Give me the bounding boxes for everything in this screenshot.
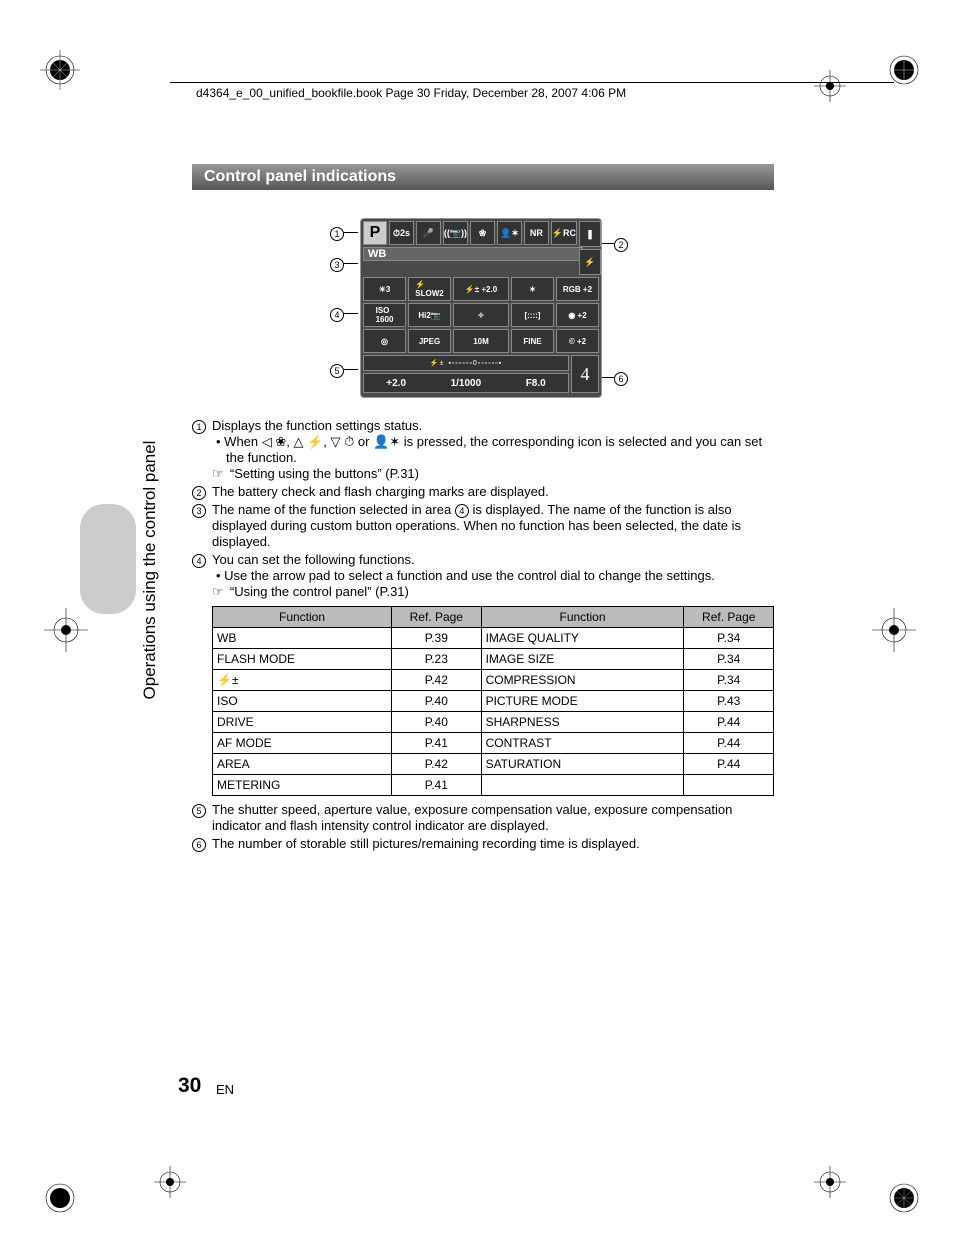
callout-5: 5 xyxy=(330,362,344,378)
shots-remaining: 4 xyxy=(571,355,599,393)
page-number: 30 xyxy=(178,1074,201,1098)
panel-icon: ❀ xyxy=(470,221,495,245)
status-values: +2.0 1/1000 F8.0 xyxy=(363,373,569,393)
page-lang: EN xyxy=(216,1082,234,1097)
table-row: FLASH MODEP.23IMAGE SIZEP.34 xyxy=(213,649,774,670)
panel-icon: 🎤 xyxy=(416,221,441,245)
callout-line xyxy=(344,313,358,314)
th: Function xyxy=(481,607,684,628)
callout-1: 1 xyxy=(330,225,344,241)
list-text: You can set the following functions. xyxy=(212,552,774,568)
list-item: 1 Displays the function settings status.… xyxy=(192,418,774,482)
panel-cell: ⚡ SLOW2 xyxy=(408,277,451,301)
header-rule xyxy=(170,82,894,83)
target-icon xyxy=(36,600,96,660)
crop-mark-icon xyxy=(864,50,924,110)
panel-icon: ((📷)) xyxy=(443,221,468,245)
target-icon xyxy=(150,1162,190,1202)
list-item: 2 The battery check and flash charging m… xyxy=(192,484,774,500)
table-row: AF MODEP.41CONTRASTP.44 xyxy=(213,733,774,754)
list-item: 3 The name of the function selected in a… xyxy=(192,502,774,550)
list-ref: ☞ “Setting using the buttons” (P.31) xyxy=(212,466,774,482)
thumb-tab xyxy=(80,504,136,614)
table-row: METERINGP.41 xyxy=(213,775,774,796)
exposure-indicator: ⚡±▪▫▫▫▫▫▫0▫▫▫▫▫▫▪ xyxy=(363,355,569,371)
panel-icon: 👤✶ xyxy=(497,221,522,245)
panel-cell: © +2 xyxy=(556,329,599,353)
panel-cell: RGB +2 xyxy=(556,277,599,301)
panel-cell: ✧ xyxy=(453,303,509,327)
callout-4: 4 xyxy=(330,306,344,322)
list-item: 5 The shutter speed, aperture value, exp… xyxy=(192,802,774,834)
th: Function xyxy=(213,607,392,628)
side-chapter-label: Operations using the control panel xyxy=(140,310,160,570)
list-text: The battery check and flash charging mar… xyxy=(212,484,774,500)
list-text: The number of storable still pictures/re… xyxy=(212,836,774,852)
panel-icon: ⚡RC xyxy=(551,221,577,245)
flash-charge-icon: ⚡ xyxy=(579,249,601,275)
target-icon xyxy=(864,600,924,660)
panel-cell: ◎ xyxy=(363,329,406,353)
list-sub: • Use the arrow pad to select a function… xyxy=(212,568,774,584)
panel-cell: ◉ +2 xyxy=(556,303,599,327)
th: Ref. Page xyxy=(392,607,482,628)
crop-mark-icon xyxy=(40,50,100,110)
crop-mark-icon xyxy=(40,1158,100,1218)
panel-cell: ☀3 xyxy=(363,277,406,301)
panel-icon: ⏱2s xyxy=(389,221,414,245)
th: Ref. Page xyxy=(684,607,774,628)
callout-line xyxy=(344,369,358,370)
crop-mark-icon xyxy=(864,1158,924,1218)
table-row: DRIVEP.40SHARPNESSP.44 xyxy=(213,712,774,733)
callout-2: 2 xyxy=(614,236,628,252)
table-row: AREAP.42SATURATIONP.44 xyxy=(213,754,774,775)
header-path: d4364_e_00_unified_bookfile.book Page 30… xyxy=(196,86,626,100)
panel-cell: ⚡± +2.0 xyxy=(453,277,509,301)
panel-cell: FINE xyxy=(511,329,554,353)
list-text: Displays the function settings status. xyxy=(212,418,774,434)
target-icon xyxy=(810,66,850,106)
panel-cell: Hi2📷 xyxy=(408,303,451,327)
panel-icon: NR xyxy=(524,221,549,245)
panel-cell: ISO 1600 xyxy=(363,303,406,327)
table-row: ISOP.40PICTURE MODEP.43 xyxy=(213,691,774,712)
function-name-bar: WB xyxy=(363,247,583,261)
list-text: The name of the function selected in are… xyxy=(212,502,774,550)
table-row: WBP.39IMAGE QUALITYP.34 xyxy=(213,628,774,649)
callout-3: 3 xyxy=(330,256,344,272)
panel-cell: [::::] xyxy=(511,303,554,327)
list-ref: ☞ “Using the control panel” (P.31) xyxy=(212,584,774,600)
list-item: 4 You can set the following functions. •… xyxy=(192,552,774,796)
table-row: ⚡±P.42COMPRESSIONP.34 xyxy=(213,670,774,691)
list-item: 6 The number of storable still pictures/… xyxy=(192,836,774,852)
battery-icon: ❚ xyxy=(579,221,601,247)
panel-cell: ✶ xyxy=(511,277,554,301)
control-panel-figure: P ⏱2s 🎤 ((📷)) ❀ 👤✶ NR ⚡RC WB ❚ ⚡ ☀3 ⚡ SL… xyxy=(360,218,602,398)
section-heading: Control panel indications xyxy=(192,164,774,190)
panel-cell: 10M xyxy=(453,329,509,353)
target-icon xyxy=(810,1162,850,1202)
callout-line xyxy=(600,377,614,378)
callout-line xyxy=(344,232,358,233)
callout-6: 6 xyxy=(614,370,628,386)
function-table: Function Ref. Page Function Ref. Page WB… xyxy=(212,606,774,796)
panel-cell: JPEG xyxy=(408,329,451,353)
callout-line xyxy=(344,263,358,264)
list-text: The shutter speed, aperture value, expos… xyxy=(212,802,774,834)
list-sub: • When ◁ ❀, △ ⚡, ▽ ⏱ or 👤✶ is pressed, t… xyxy=(212,434,774,466)
callout-line xyxy=(600,243,614,244)
mode-indicator: P xyxy=(363,221,387,245)
